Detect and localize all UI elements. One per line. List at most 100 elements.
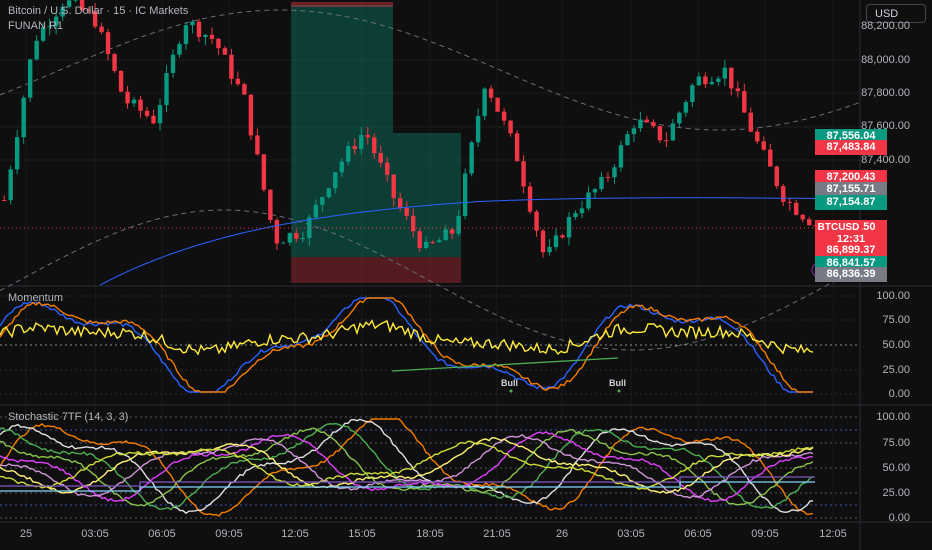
candle-body bbox=[469, 142, 474, 174]
candle-body bbox=[365, 134, 370, 138]
time-label: 26 bbox=[555, 528, 569, 540]
candle-body bbox=[501, 111, 507, 121]
chart-canvas[interactable] bbox=[0, 0, 932, 550]
stoch-axis-label: 0.00 bbox=[888, 512, 910, 524]
momentum-axis-label: 50.00 bbox=[882, 339, 910, 351]
stop-zone bbox=[291, 2, 393, 7]
candle-body bbox=[326, 188, 332, 198]
candle-body bbox=[411, 215, 416, 232]
candle-body bbox=[573, 213, 578, 218]
candle-body bbox=[690, 85, 695, 103]
candle-body bbox=[436, 240, 442, 243]
candle-body bbox=[157, 105, 163, 124]
candle-body bbox=[430, 241, 435, 243]
momentum-axis-label: 75.00 bbox=[882, 314, 910, 326]
momentum-title: Momentum bbox=[8, 292, 64, 304]
candle-body bbox=[638, 119, 643, 129]
candle-body bbox=[151, 115, 156, 124]
momentum-axis-label: 0.00 bbox=[888, 388, 910, 400]
time-label: 03:05 bbox=[81, 528, 109, 540]
candle-body bbox=[378, 153, 383, 163]
candle-body bbox=[781, 186, 786, 202]
candle-body bbox=[794, 202, 799, 215]
time-label: 12:05 bbox=[281, 528, 309, 540]
candle-body bbox=[268, 189, 273, 221]
momentum-axis-label: 100.00 bbox=[876, 290, 910, 302]
symbol-tag: BTCUSD bbox=[815, 221, 862, 235]
candle-body bbox=[625, 134, 630, 146]
momentum-axis-label: 25.00 bbox=[882, 364, 910, 376]
candle-body bbox=[261, 154, 267, 190]
bull-signal: Bull bbox=[501, 378, 518, 388]
candle-body bbox=[346, 146, 351, 162]
candle-body bbox=[482, 88, 487, 117]
candle-body bbox=[118, 70, 124, 92]
candle-body bbox=[807, 219, 812, 226]
candle-body bbox=[2, 200, 7, 202]
candle-body bbox=[34, 40, 39, 60]
stoch-axis-label: 25.00 bbox=[882, 487, 910, 499]
candle-body bbox=[456, 216, 461, 234]
candle-body bbox=[222, 48, 228, 55]
candle-body bbox=[670, 123, 676, 141]
candle-body bbox=[423, 241, 429, 248]
candle-body bbox=[320, 197, 325, 205]
candle-body bbox=[475, 116, 481, 143]
candle-body bbox=[774, 166, 779, 187]
candle-body bbox=[579, 208, 585, 214]
candle-body bbox=[333, 172, 338, 189]
candle-body bbox=[709, 82, 715, 85]
long-position-stop bbox=[291, 257, 393, 283]
time-label: 25 bbox=[19, 528, 33, 540]
stoch-axis-label: 100.00 bbox=[876, 411, 910, 423]
bull-dot bbox=[509, 389, 513, 393]
candle-body bbox=[112, 54, 117, 71]
candle-body bbox=[21, 97, 26, 138]
candle-body bbox=[553, 235, 559, 248]
candle-body bbox=[586, 192, 591, 209]
candle-body bbox=[170, 54, 176, 73]
candle-body bbox=[683, 102, 689, 113]
candle-body bbox=[417, 231, 422, 248]
indicator-name: FUNAN R1 bbox=[8, 20, 64, 32]
stochastic-title: Stochastic 7TF (14, 3, 3) bbox=[8, 411, 129, 423]
candle-body bbox=[177, 43, 182, 55]
candle-body bbox=[138, 99, 143, 111]
candle-body bbox=[644, 119, 650, 123]
stoch-axis-label: 50.00 bbox=[882, 462, 910, 474]
candle-body bbox=[527, 186, 533, 212]
candle-body bbox=[703, 76, 708, 85]
candle-body bbox=[612, 167, 617, 178]
candle-body bbox=[540, 230, 546, 253]
candle-body bbox=[443, 229, 448, 241]
candle-body bbox=[105, 32, 111, 55]
candle-body bbox=[677, 112, 682, 124]
candle-body bbox=[287, 233, 293, 243]
candle-body bbox=[547, 247, 552, 253]
candle-body bbox=[385, 162, 390, 175]
candle-body bbox=[73, 0, 78, 1]
candle-body bbox=[748, 112, 753, 132]
candle-body bbox=[391, 174, 396, 199]
candle-body bbox=[313, 204, 319, 218]
candle-body bbox=[125, 91, 130, 104]
candle-body bbox=[242, 84, 247, 95]
time-label: 15:05 bbox=[348, 528, 376, 540]
candle-body bbox=[508, 120, 513, 134]
candle-body bbox=[144, 110, 150, 116]
candle-body bbox=[372, 137, 377, 154]
candle-body bbox=[352, 146, 357, 150]
candle-body bbox=[651, 122, 656, 127]
candle-body bbox=[398, 198, 403, 209]
candle-body bbox=[605, 176, 611, 178]
candle-body bbox=[14, 137, 20, 170]
candle-body bbox=[216, 38, 221, 49]
candle-body bbox=[339, 161, 344, 173]
price-label: 87,400.00 bbox=[861, 154, 910, 166]
candle-body bbox=[560, 235, 565, 238]
candle-body bbox=[722, 67, 728, 79]
stoch-axis-label: 75.00 bbox=[882, 437, 910, 449]
candle-body bbox=[631, 128, 637, 135]
candle-body bbox=[800, 214, 805, 220]
candle-body bbox=[203, 34, 208, 37]
